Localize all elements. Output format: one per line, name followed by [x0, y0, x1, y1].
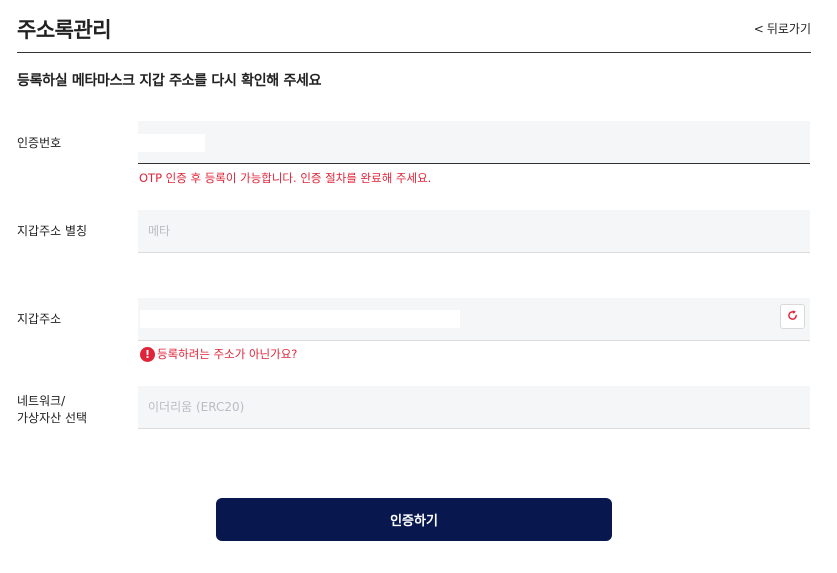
address-warning: ! 등록하려는 주소가 아닌가요?	[140, 346, 297, 362]
alias-label: 지갑주소 별칭	[17, 224, 88, 238]
refresh-address-button[interactable]	[780, 304, 805, 329]
address-label: 지갑주소	[17, 312, 62, 326]
page-subtitle: 등록하실 메타마스크 지갑 주소를 다시 확인해 주세요	[17, 73, 322, 89]
otp-error-message: OTP 인증 후 등록이 가능합니다. 인증 절차를 완료해 주세요.	[139, 171, 432, 185]
alert-circle-icon: !	[140, 346, 155, 362]
chevron-left-icon: <	[753, 21, 764, 36]
verify-button[interactable]: 인증하기	[216, 498, 612, 541]
alias-input[interactable]	[138, 210, 810, 252]
header: 주소록관리 < 뒤로가기	[17, 0, 811, 53]
otp-label: 인증번호	[17, 136, 62, 150]
address-warning-text: 등록하려는 주소가 아닌가요?	[157, 347, 298, 361]
refresh-icon	[786, 307, 799, 326]
otp-input[interactable]	[138, 121, 810, 163]
back-label: 뒤로가기	[766, 22, 811, 36]
otp-field[interactable]	[138, 121, 810, 164]
network-label: 네트워크/ 가상자산 선택	[17, 393, 87, 427]
address-field[interactable]	[138, 298, 810, 341]
address-input[interactable]	[138, 298, 768, 340]
network-input[interactable]	[138, 386, 810, 428]
network-label-line2: 가상자산 선택	[17, 411, 88, 425]
alias-field[interactable]	[138, 210, 810, 253]
network-label-line1: 네트워크/	[17, 394, 66, 408]
back-button[interactable]: < 뒤로가기	[754, 20, 811, 37]
page-title: 주소록관리	[17, 18, 112, 42]
network-select[interactable]	[138, 386, 810, 429]
